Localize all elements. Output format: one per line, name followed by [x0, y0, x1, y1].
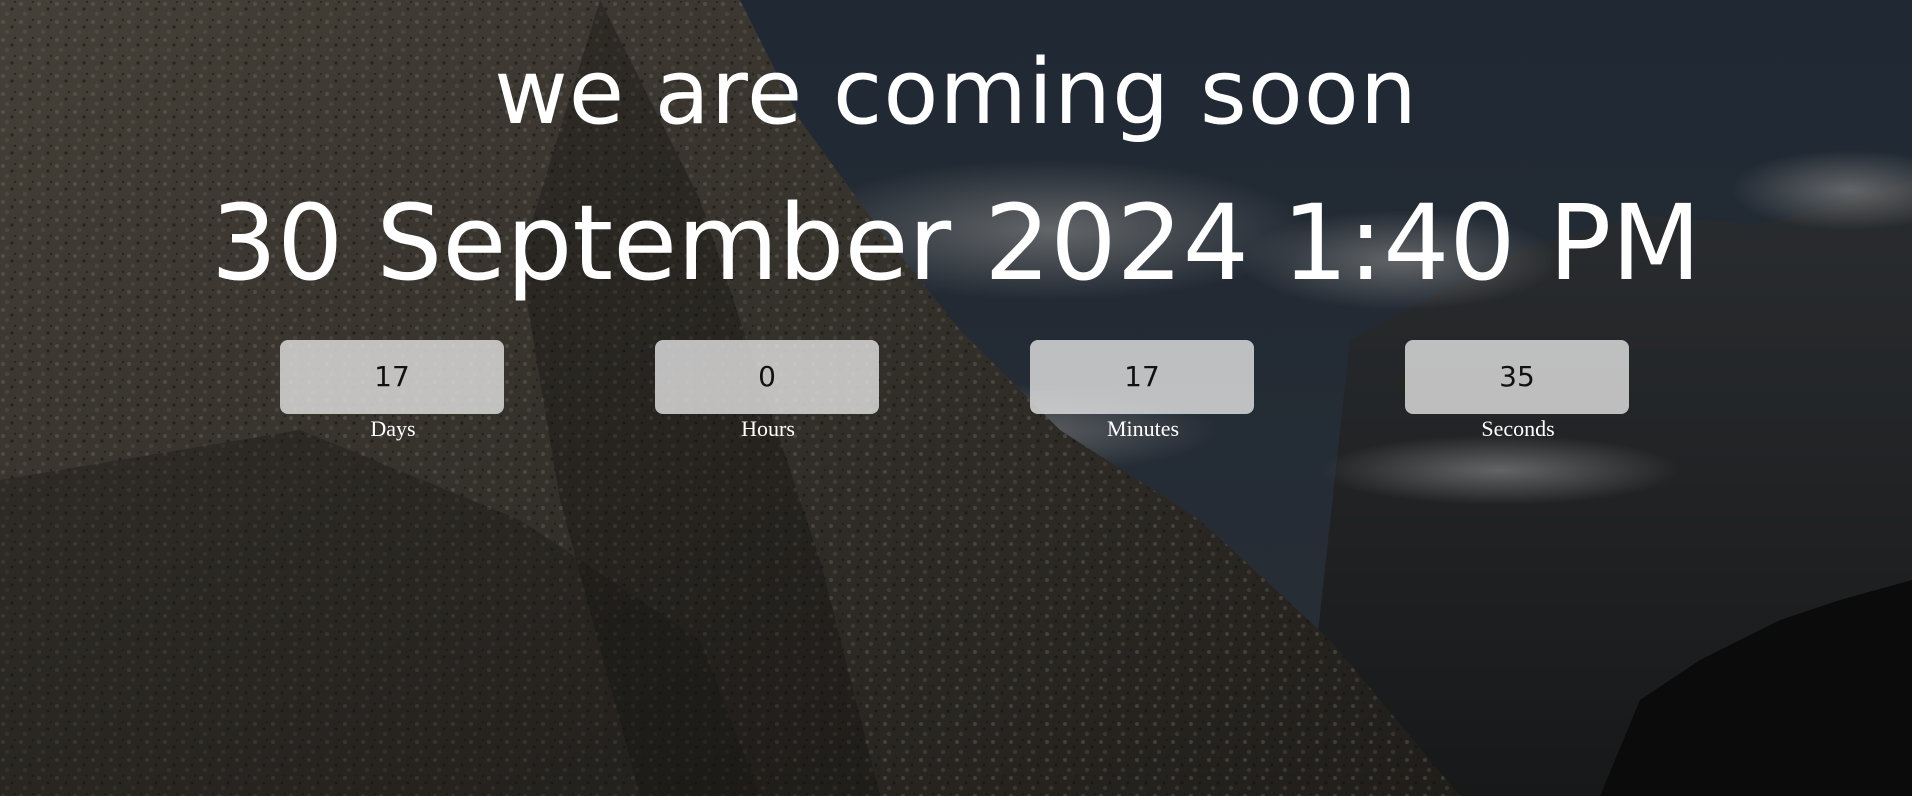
days-label: Days	[370, 416, 416, 441]
countdown-minutes: 17 Minutes	[1030, 340, 1256, 442]
coming-soon-page: we are coming soon 30 September 2024 1:4…	[0, 0, 1912, 796]
minutes-value: 17	[1030, 340, 1254, 414]
countdown-days: 17 Days	[280, 340, 506, 442]
hours-label: Hours	[741, 416, 795, 441]
hours-value: 0	[655, 340, 879, 414]
days-value: 17	[280, 340, 504, 414]
countdown-hours: 0 Hours	[655, 340, 881, 442]
seconds-value: 35	[1405, 340, 1629, 414]
countdown-timer: 17 Days 0 Hours 17 Minutes 35 Seconds	[0, 340, 1912, 450]
page-headline: we are coming soon	[494, 40, 1418, 145]
coming-soon-content: we are coming soon 30 September 2024 1:4…	[0, 0, 1912, 796]
countdown-seconds: 35 Seconds	[1405, 340, 1631, 442]
launch-datetime: 30 September 2024 1:40 PM	[210, 182, 1702, 304]
minutes-label: Minutes	[1106, 416, 1180, 441]
seconds-label: Seconds	[1481, 416, 1555, 441]
